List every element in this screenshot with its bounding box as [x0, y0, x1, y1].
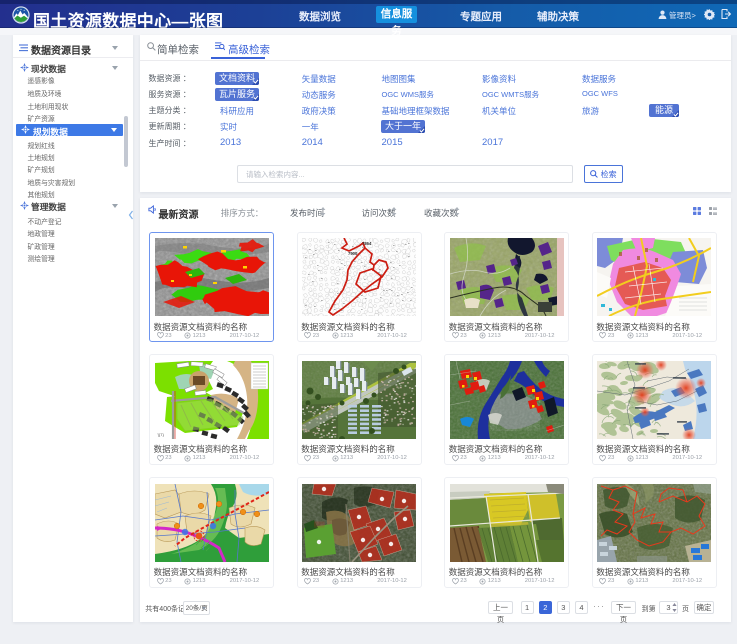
svg-text:7900: 7900 — [348, 251, 358, 256]
svg-text:7864: 7864 — [362, 241, 372, 246]
svg-text:▒▒▒: ▒▒▒ — [314, 521, 325, 528]
svg-text:’|{7}: ’|{7} — [157, 432, 164, 437]
